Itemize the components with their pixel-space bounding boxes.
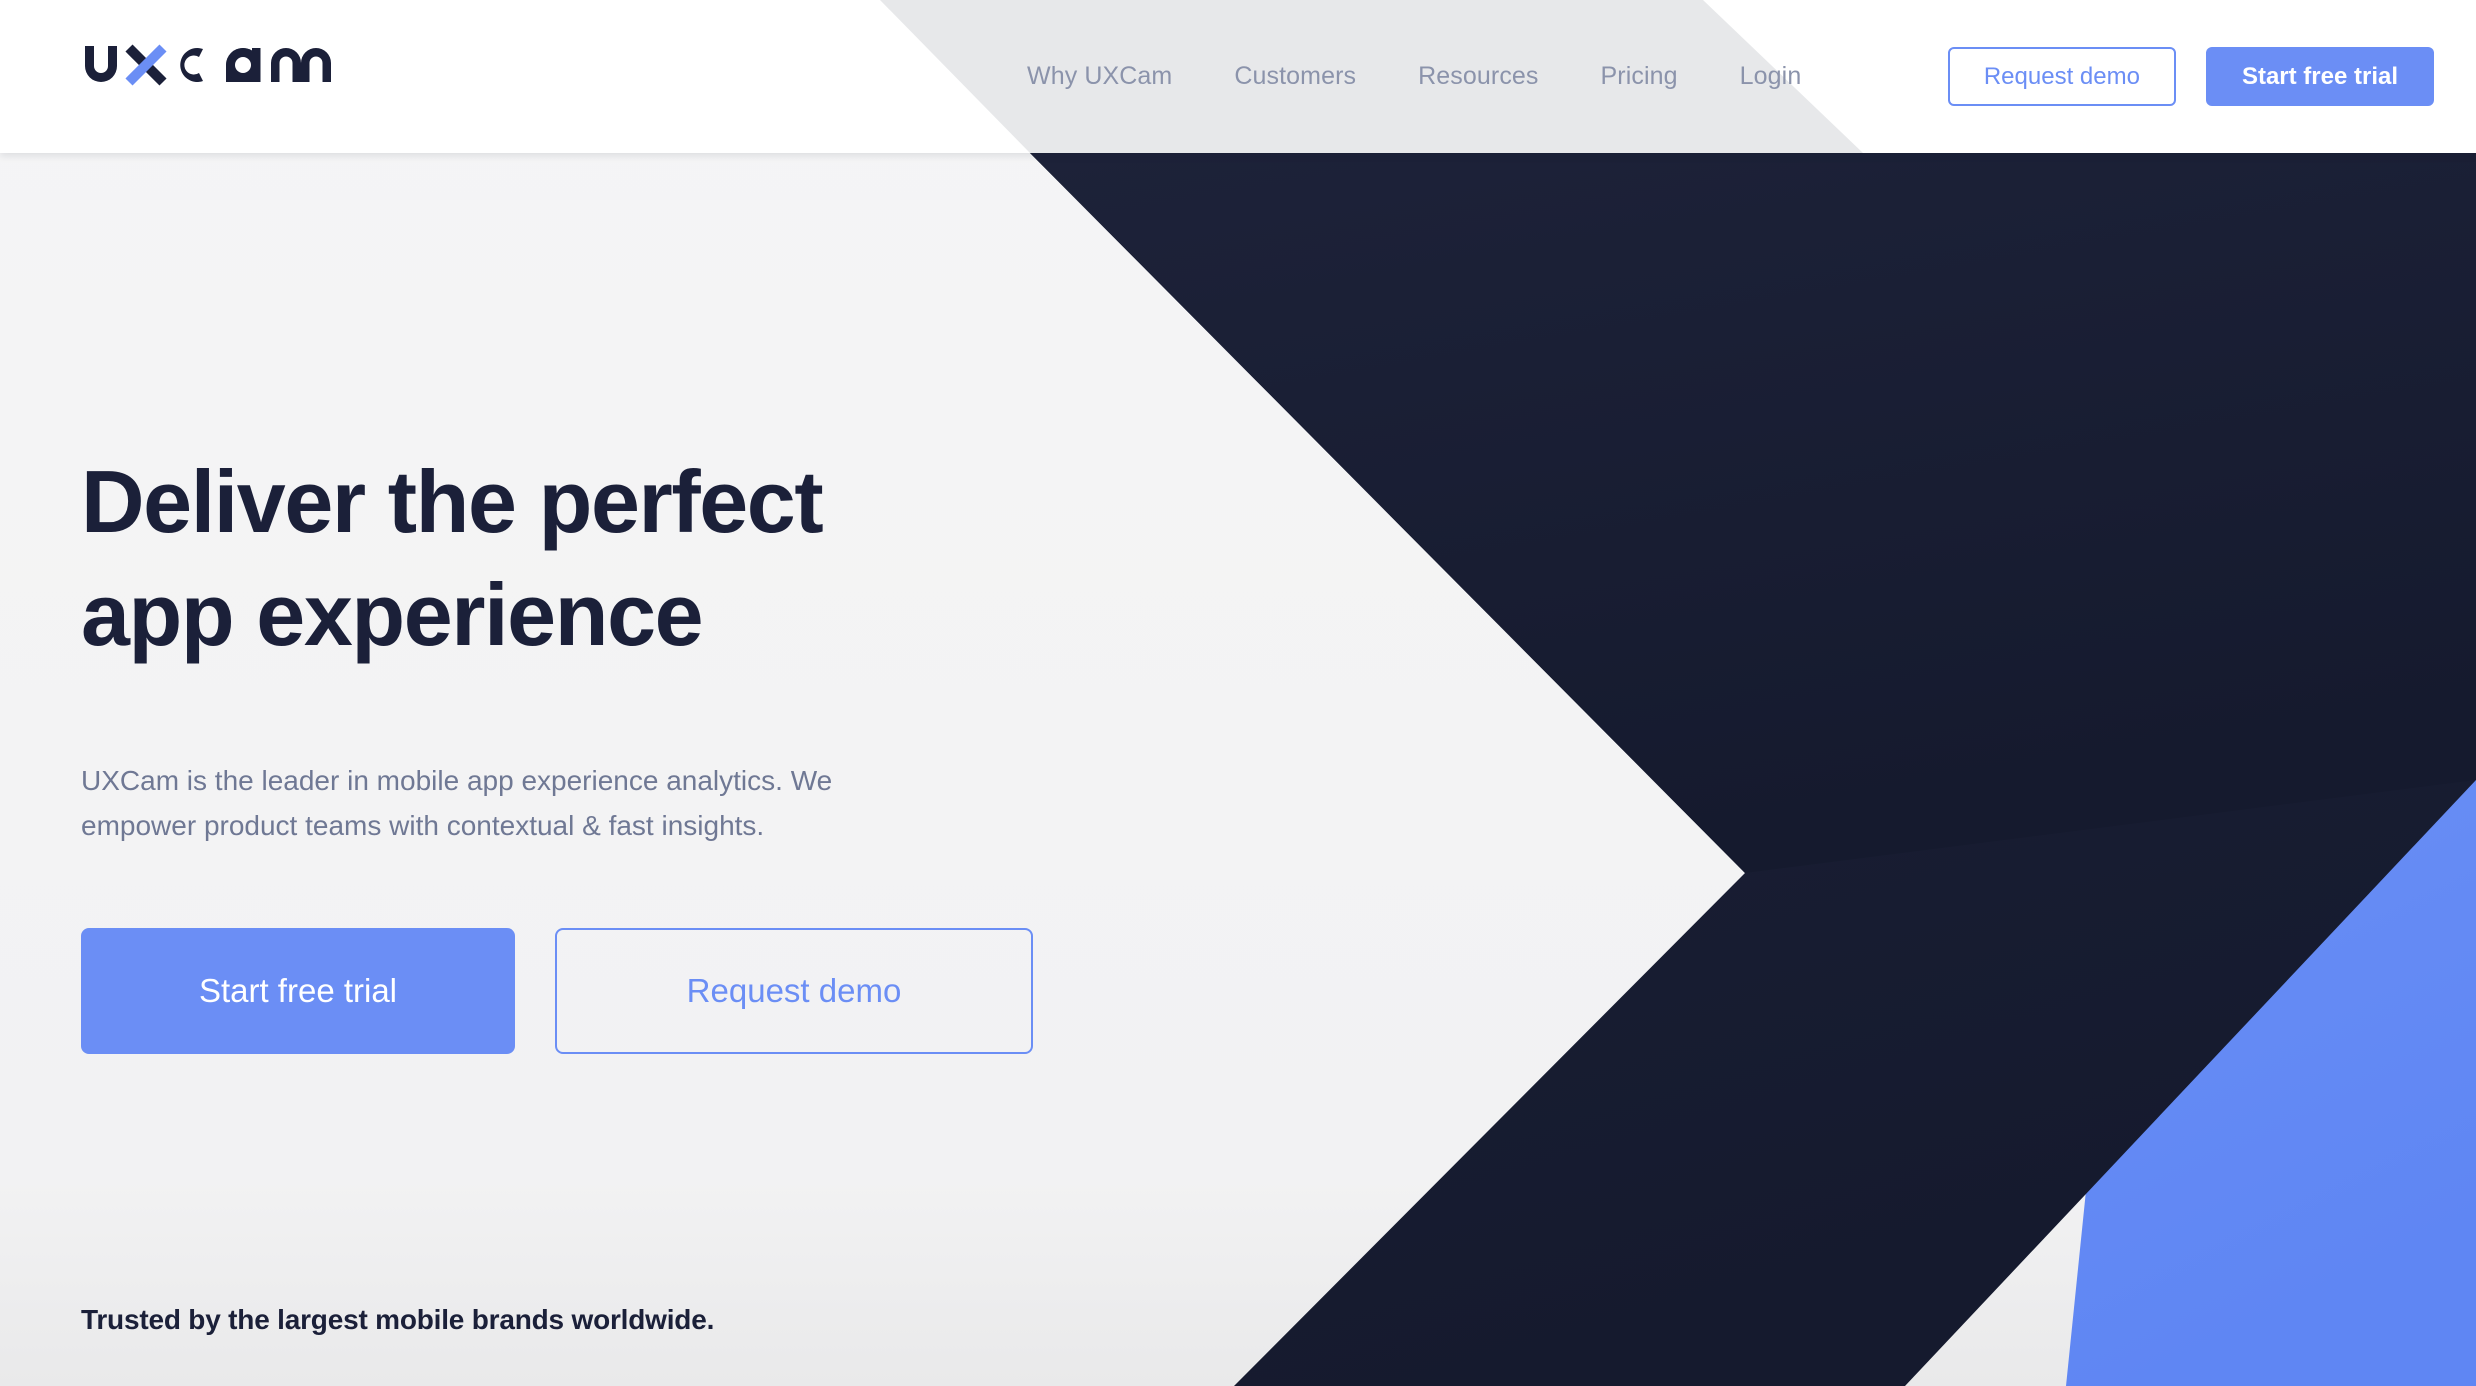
- hero-start-free-trial-button[interactable]: Start free trial: [81, 928, 515, 1054]
- hero-request-demo-button[interactable]: Request demo: [555, 928, 1033, 1054]
- hero-subheadline-line-1: UXCam is the leader in mobile app experi…: [81, 765, 833, 796]
- hero-subheadline: UXCam is the leader in mobile app experi…: [81, 758, 961, 849]
- hero-subheadline-line-2: empower product teams with contextual & …: [81, 810, 765, 842]
- page-root: Why UXCam Customers Resources Pricing Lo…: [0, 0, 2476, 1386]
- header-actions: Request demo Start free trial: [1947, 0, 2434, 153]
- nav-item-pricing[interactable]: Pricing: [1570, 62, 1709, 91]
- hero-cta-group: Start free trial Request demo: [81, 928, 1033, 1054]
- uxcam-logo[interactable]: [81, 38, 371, 90]
- hero-headline: Deliver the perfect app experience: [81, 446, 1181, 671]
- hero-background-art: [0, 0, 2476, 1386]
- primary-nav: Why UXCam Customers Resources Pricing Lo…: [996, 0, 1832, 153]
- trusted-by-label: Trusted by the largest mobile brands wor…: [81, 1304, 715, 1335]
- uxcam-wordmark-icon: [85, 44, 331, 86]
- nav-item-resources[interactable]: Resources: [1387, 62, 1569, 91]
- header-request-demo-button[interactable]: Request demo: [1947, 47, 2176, 106]
- nav-item-why-uxcam[interactable]: Why UXCam: [996, 62, 1203, 91]
- nav-item-login[interactable]: Login: [1709, 62, 1833, 91]
- nav-item-customers[interactable]: Customers: [1203, 62, 1387, 91]
- header-start-free-trial-button[interactable]: Start free trial: [2205, 47, 2434, 106]
- site-header: Why UXCam Customers Resources Pricing Lo…: [0, 0, 2476, 153]
- hero-headline-line-2: app experience: [81, 564, 704, 664]
- hero-headline-line-1: Deliver the perfect: [81, 452, 824, 551]
